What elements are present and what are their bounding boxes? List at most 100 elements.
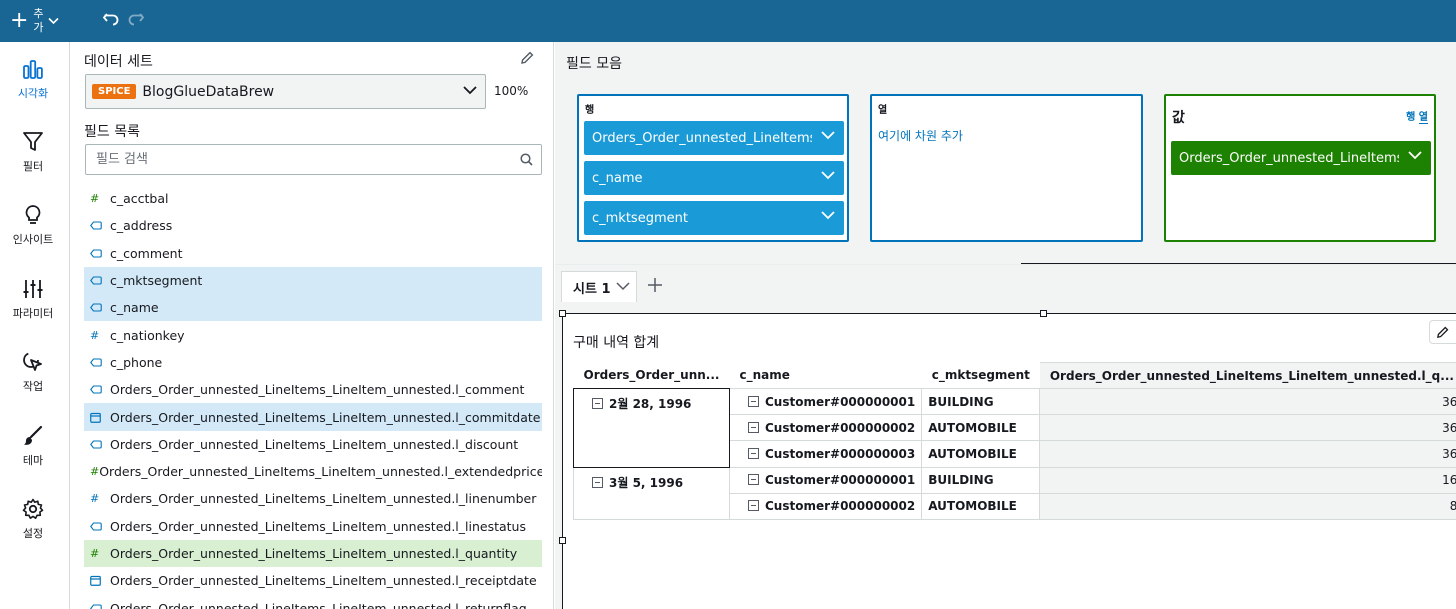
field-list-title: 필드 목록 <box>84 124 140 140</box>
segment-cell: AUTOMOBILE <box>921 440 1040 468</box>
field-name: c_name <box>110 300 159 316</box>
row-field-pill[interactable]: c_mktsegment <box>584 201 844 235</box>
brush-icon <box>24 425 43 445</box>
collapse-icon[interactable] <box>747 500 759 512</box>
resize-handle[interactable] <box>559 310 566 317</box>
chevron-down-icon <box>463 86 477 95</box>
sliders-icon <box>23 280 43 298</box>
nav-label: 파라미터 <box>12 307 54 320</box>
row-field-pill[interactable]: Orders_Order_unnested_LineItems_LineItem… <box>584 121 844 155</box>
dataset-title: 데이터 세트 <box>84 54 153 70</box>
date-row-header[interactable]: 3월 5, 1996 <box>573 466 730 520</box>
string-field-icon <box>90 385 110 394</box>
chevron-down-icon <box>821 211 835 220</box>
nav-settings[interactable]: 설정 <box>0 498 66 541</box>
left-navigation: 시각화 필터 인사이트 파라미터 작업 테마 설정 <box>0 42 70 609</box>
collapse-icon[interactable] <box>592 398 603 409</box>
field-list-item[interactable]: c_comment <box>84 240 542 267</box>
field-list-item[interactable]: # c_acctbal <box>84 185 542 212</box>
toggle-row[interactable]: 행 <box>1406 112 1415 123</box>
field-list-item[interactable]: Orders_Order_unnested_LineItems_LineItem… <box>84 403 542 431</box>
column-header[interactable]: c_mktsegment <box>922 363 1040 389</box>
plus-icon[interactable] <box>648 278 662 292</box>
field-list-item[interactable]: Orders_Order_unnested_LineItems_LineItem… <box>84 594 542 609</box>
field-name: Orders_Order_unnested_LineItems_LineItem… <box>99 464 542 480</box>
string-field-icon <box>90 249 110 258</box>
column-header[interactable]: Orders_Order_unn... <box>574 363 730 389</box>
dataset-name: BlogGlueDataBrew <box>142 83 275 100</box>
add-label: 추가 <box>33 7 44 34</box>
nav-parameters[interactable]: 파라미터 <box>0 278 66 321</box>
sheet-tab-label: 시트 1 <box>573 281 611 297</box>
nav-label: 시각화 <box>17 87 49 100</box>
chevron-down-icon <box>48 17 60 25</box>
field-name: Orders_Order_unnested_LineItems_LineItem… <box>110 600 527 609</box>
field-name: Orders_Order_unnested_LineItems_LineItem… <box>110 382 525 398</box>
toggle-column[interactable]: 열 <box>1418 112 1428 124</box>
columns-well-placeholder[interactable]: 여기에 차원 추가 <box>878 127 963 144</box>
field-list-item[interactable]: c_phone <box>84 349 542 376</box>
row-field-pill[interactable]: c_name <box>584 161 844 195</box>
field-list-item[interactable]: # c_nationkey <box>84 321 542 348</box>
nav-visualize[interactable]: 시각화 <box>0 58 66 101</box>
pencil-icon[interactable] <box>520 51 534 65</box>
value-field-pill[interactable]: Orders_Order_unnested_LineItems_LineItem… <box>1171 141 1431 175</box>
nav-insights[interactable]: 인사이트 <box>0 204 66 247</box>
field-list-item[interactable]: c_mktsegment <box>84 266 542 295</box>
pencil-icon <box>1437 326 1449 338</box>
field-list-item[interactable]: # Orders_Order_unnested_LineItems_LineIte… <box>84 458 542 485</box>
search-icon <box>520 153 533 166</box>
columns-well[interactable]: 열 여기에 차원 추가 <box>870 94 1143 242</box>
visual-edit-button[interactable] <box>1429 320 1456 344</box>
segment-cell: BUILDING <box>921 466 1040 494</box>
segment-cell: AUTOMOBILE <box>921 492 1040 520</box>
undo-icon[interactable] <box>102 11 120 27</box>
resize-handle[interactable] <box>1040 310 1047 317</box>
field-list-item[interactable]: # Orders_Order_unnested_LineItems_LineIte… <box>84 539 542 568</box>
nav-actions[interactable]: 작업 <box>0 351 66 394</box>
dataset-select[interactable]: SPICE BlogGlueDataBrew <box>85 74 486 109</box>
collapse-icon[interactable] <box>747 395 759 407</box>
field-list-item[interactable]: c_name <box>84 294 542 322</box>
field-list-item[interactable]: c_address <box>84 212 542 239</box>
customer-cell[interactable]: Customer#000000001 <box>728 387 922 415</box>
customer-cell[interactable]: Customer#000000002 <box>728 414 922 441</box>
field-search-input[interactable] <box>86 145 506 174</box>
collapse-icon[interactable] <box>747 474 759 486</box>
field-name: c_address <box>110 218 173 234</box>
customer-cell[interactable]: Customer#000000001 <box>728 466 922 494</box>
collapse-icon[interactable] <box>747 421 759 433</box>
pivot-visual[interactable]: 구매 내역 합계 Orders_Order_unn... c_name c_mk… <box>559 310 1456 609</box>
chevron-down-icon[interactable] <box>616 282 630 291</box>
nav-themes[interactable]: 테마 <box>0 425 66 468</box>
field-list-item[interactable]: Orders_Order_unnested_LineItems_LineItem… <box>84 567 542 594</box>
field-list-item[interactable]: # Orders_Order_unnested_LineItems_LineIte… <box>84 485 542 512</box>
field-list-item[interactable]: Orders_Order_unnested_LineItems_LineItem… <box>84 376 542 403</box>
redo-icon[interactable] <box>127 11 145 27</box>
data-panel: 데이터 세트 SPICE BlogGlueDataBrew 100% 필드 목록… <box>71 42 554 609</box>
main-area: 필드 모음 행 Orders_Order_unnested_LineItems_… <box>555 42 1456 609</box>
nav-filter[interactable]: 필터 <box>0 131 66 174</box>
gear-icon <box>22 498 44 519</box>
date-row-header[interactable]: 2월 28, 1996 <box>573 388 730 468</box>
values-orientation-toggle: 행 열 <box>1406 108 1428 124</box>
values-well[interactable]: 값 행 열 Orders_Order_unnested_LineItems_Li… <box>1164 94 1436 242</box>
resize-handle[interactable] <box>559 537 566 544</box>
numeric-field-icon: # <box>90 492 100 506</box>
collapse-icon[interactable] <box>747 447 759 459</box>
rows-well[interactable]: 행 Orders_Order_unnested_LineItems_LineIt… <box>577 94 849 242</box>
pivot-table: Orders_Order_unn... c_name c_mktsegment … <box>573 362 1456 520</box>
sheet-tab[interactable]: 시트 1 <box>561 271 637 302</box>
column-header[interactable]: Orders_Order_unnested_LineItems_LineItem… <box>1039 362 1456 389</box>
field-list-item[interactable]: Orders_Order_unnested_LineItems_LineItem… <box>84 431 542 458</box>
customer-cell[interactable]: Customer#000000003 <box>728 440 922 468</box>
top-bar: + 추가 <box>0 0 1456 42</box>
date-label: 3월 5, 1996 <box>609 475 684 490</box>
add-button[interactable]: + 추가 <box>10 6 60 36</box>
collapse-icon[interactable] <box>592 476 603 488</box>
field-name: c_comment <box>110 245 183 261</box>
column-header[interactable]: c_name <box>729 363 921 389</box>
field-wells-title: 필드 모음 <box>566 56 622 72</box>
customer-cell[interactable]: Customer#000000002 <box>728 492 922 520</box>
field-list-item[interactable]: Orders_Order_unnested_LineItems_LineItem… <box>84 513 542 540</box>
